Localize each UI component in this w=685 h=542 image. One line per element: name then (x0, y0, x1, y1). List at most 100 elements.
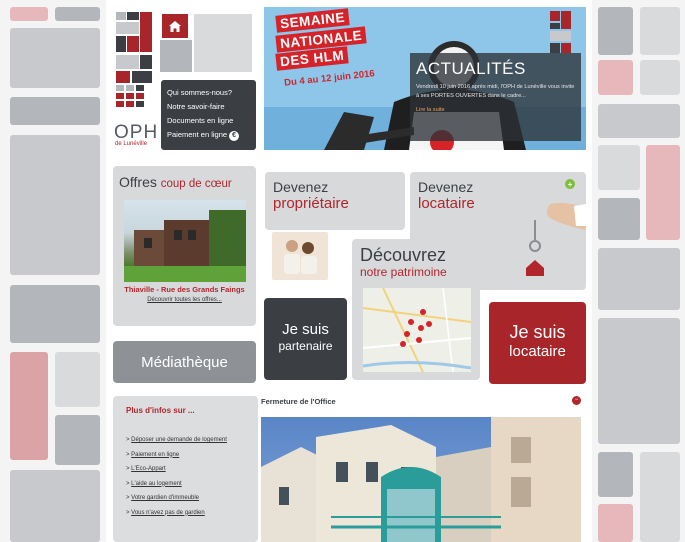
home-button[interactable] (162, 14, 188, 38)
mosaic-tile (598, 104, 680, 138)
logo-square (126, 101, 134, 107)
house-illustration (124, 210, 246, 282)
logo-square (116, 12, 126, 20)
cta-line1: Découvrez (360, 245, 447, 265)
nav-item-paiement[interactable]: Paiement en ligne € (167, 128, 250, 142)
mosaic-tile (640, 452, 680, 542)
devenez-proprietaire-button[interactable]: Devenez propriétaire (265, 172, 405, 230)
mosaic-tile (55, 7, 100, 21)
cta-line2: propriétaire (273, 195, 349, 212)
cta-line1: Je suis (509, 322, 566, 342)
logo-square (116, 101, 124, 107)
map-illustration (363, 288, 471, 372)
offres-panel: Offres coup de cœur Thiaville - Rue des … (113, 166, 256, 326)
fermeture-title: Fermeture de l'Office (261, 397, 336, 406)
mosaic-tile (598, 60, 633, 95)
logo-square (132, 71, 152, 83)
infos-link[interactable]: > Vous n'avez pas de gardien (126, 506, 245, 521)
mosaic-tile (10, 28, 100, 88)
mosaic-tile (10, 470, 100, 542)
logo[interactable] (112, 10, 160, 120)
infos-title: Plus d'infos sur ... (126, 406, 195, 415)
mosaic-tile (10, 285, 100, 343)
mosaic-tile (598, 452, 633, 497)
key-icon (526, 202, 586, 276)
logo-square (140, 12, 152, 52)
nav-item-paiement-label: Paiement en ligne (167, 130, 228, 139)
news-box: ACTUALITÉS Vendredi 10 juin 2016 après m… (410, 53, 581, 141)
cta-line1: Je suis (282, 321, 329, 338)
logo-square (136, 101, 144, 107)
infos-link-label: Paiement en ligne (131, 451, 180, 458)
news-text: Vendredi 10 juin 2016 après midi, l'OPH … (416, 84, 575, 99)
infos-link-label: L'Eco-Appart (131, 466, 166, 472)
plus-icon[interactable]: + (565, 179, 575, 189)
mosaic-tile (640, 60, 680, 95)
mosaic-tile (598, 504, 633, 542)
mosaic-tile (598, 7, 633, 55)
offre-photo[interactable] (124, 200, 246, 282)
logo-square (126, 85, 134, 91)
banner-title: SEMAINE NATIONALE DES HLM (275, 8, 367, 71)
mosaic-tile (640, 7, 680, 55)
logo-square (116, 36, 126, 52)
offre-caption[interactable]: Thiaville - Rue des Grands Faings (113, 285, 256, 294)
infos-link-label: L'aide au logement (131, 480, 182, 487)
couple-illustration (284, 240, 317, 274)
mosaic-tile (598, 248, 680, 310)
euro-icon: € (229, 131, 240, 141)
mosaic-tile (55, 352, 100, 407)
cta-line2: locataire (418, 195, 475, 212)
news-read-more-link[interactable]: Lire la suite (416, 107, 575, 113)
infos-link[interactable]: > L'Eco-Appart (126, 462, 245, 477)
all-offers-link[interactable]: Découvrir toutes les offres... (113, 297, 256, 303)
logo-square (116, 55, 139, 69)
infos-link[interactable]: > Déposer une demande de logement (126, 433, 245, 448)
mosaic-tile (598, 145, 640, 190)
nav-item-qui-sommes-nous[interactable]: Qui sommes-nous? (167, 86, 250, 100)
nav-item-documents[interactable]: Documents en ligne (167, 114, 250, 128)
close-icon[interactable]: − (572, 396, 581, 405)
devenez-locataire-button[interactable]: Devenez locataire (410, 172, 530, 220)
infos-link-label: Vous n'avez pas de gardien (131, 509, 205, 516)
infos-link-label: Votre gardien d'immeuble (131, 495, 200, 501)
logo-square (136, 85, 144, 91)
logo-square (140, 55, 152, 69)
logo-square (116, 93, 124, 99)
infos-link-label: Déposer une demande de logement (131, 437, 227, 443)
infos-link[interactable]: > Paiement en ligne (126, 448, 245, 463)
couple-photo (272, 232, 328, 280)
mediatheque-button[interactable]: Médiathèque (113, 341, 256, 383)
cta-line1: Devenez (273, 179, 329, 195)
cta-line2: notre patrimoine (360, 265, 447, 279)
fermeture-photo[interactable] (261, 417, 581, 542)
logo-subtitle: de Lunéville (115, 141, 148, 147)
mosaic-tile (10, 7, 48, 21)
logo-square (127, 12, 139, 20)
patrimoine-title: Découvrez notre patrimoine (360, 245, 478, 280)
je-suis-partenaire-button[interactable]: Je suis partenaire (264, 298, 347, 380)
offres-title: Offres coup de cœur (119, 174, 232, 190)
mosaic-tile (55, 415, 100, 465)
logo-square (127, 36, 139, 52)
mosaic-tile (10, 135, 100, 275)
logo-square (116, 85, 124, 91)
infos-link-list: > Déposer une demande de logement > Paie… (126, 433, 245, 520)
fermeture-panel: Fermeture de l'Office − (258, 393, 586, 542)
patrimoine-map[interactable] (363, 288, 471, 372)
logo-square (136, 93, 144, 99)
building-illustration (261, 417, 581, 542)
infos-link[interactable]: > Votre gardien d'immeuble (126, 491, 245, 506)
offres-title-main: Offres (119, 174, 157, 190)
home-icon (169, 20, 181, 32)
infos-link[interactable]: > L'aide au logement (126, 477, 245, 492)
nav-item-savoir-faire[interactable]: Notre savoir-faire (167, 100, 250, 114)
mosaic-tile (10, 97, 100, 125)
main-nav: Qui sommes-nous? Notre savoir-faire Docu… (161, 80, 256, 150)
infos-panel: Plus d'infos sur ... > Déposer une deman… (113, 396, 258, 542)
logo-square (126, 93, 134, 99)
mosaic-tile (10, 352, 48, 460)
je-suis-locataire-button[interactable]: Je suis locataire (489, 302, 586, 384)
news-title: ACTUALITÉS (416, 59, 526, 78)
hero-banner[interactable]: SEMAINE NATIONALE DES HLM Du 4 au 12 jui… (264, 7, 586, 150)
